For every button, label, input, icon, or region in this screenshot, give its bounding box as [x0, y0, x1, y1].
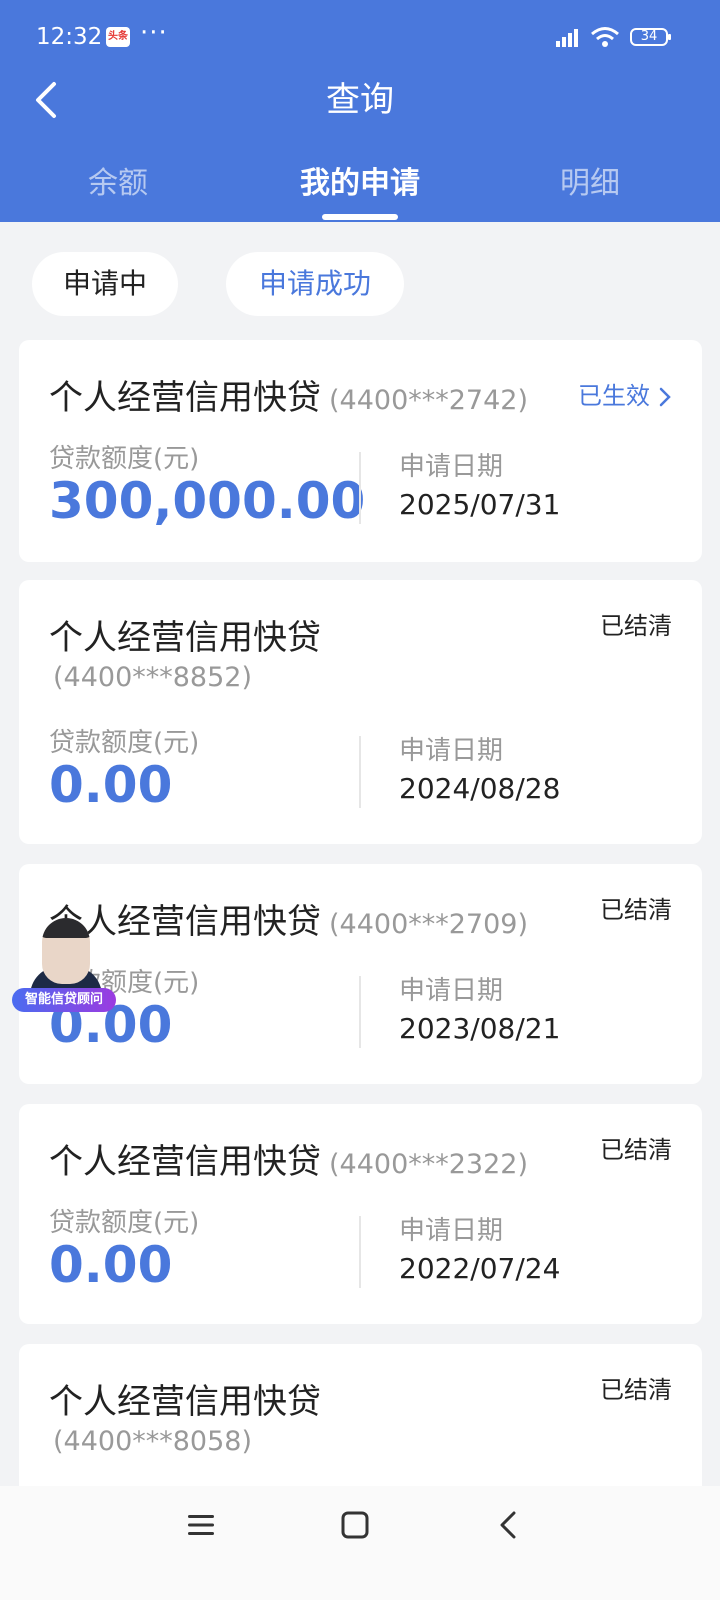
product-name: 个人经营信用快贷 [49, 378, 321, 418]
tab-details[interactable]: 明细 [490, 158, 690, 202]
product-name: 个人经营信用快贷 [49, 1382, 321, 1422]
application-date: 2025/07/31 [399, 488, 561, 521]
signal-icon [556, 29, 578, 47]
account-number: (4400***2709) [329, 909, 528, 940]
avatar [42, 918, 90, 984]
date-label: 申请日期 [399, 736, 504, 766]
filter-in-progress[interactable]: 申请中 [32, 252, 178, 316]
tab-bar: 余额 我的申请 明细 [0, 150, 720, 222]
status-badge: 已结清 [600, 896, 672, 924]
home-icon[interactable] [340, 1510, 370, 1540]
account-number: (4400***8852) [53, 662, 252, 693]
tab-my-applications[interactable]: 我的申请 [260, 158, 460, 202]
nav-back-icon[interactable] [494, 1510, 524, 1540]
status-badge: 已结清 [600, 612, 672, 640]
amount-label: 贷款额度(元) [49, 728, 200, 758]
loan-amount: 0.00 [49, 1236, 173, 1294]
loan-amount: 0.00 [49, 756, 173, 814]
status-badge: 已结清 [600, 1376, 672, 1404]
status-label: 已生效 [578, 382, 650, 410]
amount-label: 贷款额度(元) [49, 1208, 200, 1238]
card-divider [359, 452, 361, 524]
news-app-icon: 头条 [106, 27, 130, 47]
advisor-label: 智能信贷顾问 [12, 988, 116, 1012]
active-tab-indicator [322, 214, 398, 220]
application-card[interactable]: 个人经营信用快贷 已结清 (4400***8058) [19, 1344, 702, 1504]
more-notifications-icon: ··· [140, 18, 168, 48]
ai-loan-advisor-widget[interactable]: 智能信贷顾问 [12, 918, 116, 1018]
system-nav-bar [0, 1486, 720, 1600]
date-label: 申请日期 [399, 452, 504, 482]
date-label: 申请日期 [399, 1216, 504, 1246]
application-date: 2022/07/24 [399, 1252, 561, 1285]
tab-balance[interactable]: 余额 [18, 158, 218, 202]
account-number: (4400***2742) [329, 385, 528, 416]
page-title: 查询 [326, 80, 394, 120]
header-bar: 12:32 头条 ··· 34 查询 余额 我的申请 明细 [0, 0, 720, 222]
card-divider [359, 1216, 361, 1288]
status-time: 12:32 [36, 24, 103, 50]
amount-label: 贷款额度(元) [49, 444, 200, 474]
avatar-hair [42, 918, 90, 938]
date-label: 申请日期 [399, 976, 504, 1006]
account-number: (4400***2322) [329, 1149, 528, 1180]
application-card[interactable]: 个人经营信用快贷 (4400***2742) 已生效 贷款额度(元) 300,00… [19, 340, 702, 562]
card-divider [359, 736, 361, 808]
application-card[interactable]: 个人经营信用快贷 已结清 (4400***8852) 贷款额度(元) 0.00 … [19, 580, 702, 844]
application-card[interactable]: 个人经营信用快贷 (4400***2709) 已结清 贷款额度(元) 0.00 申… [19, 864, 702, 1084]
account-number: (4400***8058) [53, 1426, 252, 1457]
chevron-right-icon [659, 387, 671, 407]
application-date: 2024/08/28 [399, 772, 561, 805]
filter-success[interactable]: 申请成功 [226, 252, 404, 316]
battery-icon: 34 [630, 28, 671, 46]
card-divider [359, 976, 361, 1048]
wifi-icon [591, 27, 619, 47]
status-bar: 12:32 头条 ··· 34 [0, 0, 720, 76]
application-date: 2023/08/21 [399, 1012, 561, 1045]
application-card[interactable]: 个人经营信用快贷 (4400***2322) 已结清 贷款额度(元) 0.00 申… [19, 1104, 702, 1324]
product-name: 个人经营信用快贷 [49, 1142, 321, 1182]
menu-icon[interactable] [186, 1510, 216, 1540]
status-badge[interactable]: 已生效 [578, 376, 672, 411]
status-badge: 已结清 [600, 1136, 672, 1164]
product-name: 个人经营信用快贷 [49, 618, 321, 658]
loan-amount: 300,000.00 [49, 472, 366, 530]
